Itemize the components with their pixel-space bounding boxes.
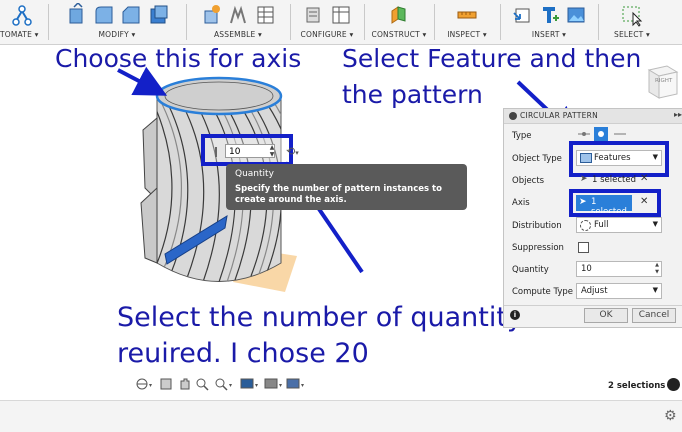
objects-value: 1 selected (592, 175, 636, 185)
annotation-quantity-line2: reuired. I chose 20 (117, 338, 369, 369)
timeline-footer: ⚙ (0, 400, 682, 432)
navigation-bar: ▾ ▾ ▾ ▾ ▾ (133, 375, 311, 393)
dialog-footer-divider (504, 305, 682, 306)
zoom-icon (196, 378, 206, 388)
object-type-label: Object Type (512, 154, 562, 164)
dialog-title: CIRCULAR PATTERN (520, 111, 599, 120)
svg-text:▾: ▾ (149, 382, 152, 389)
view-cube-face-label: RIGHT (655, 78, 673, 84)
svg-text:▾: ▾ (279, 382, 282, 389)
quantity-field[interactable]: 10 ▲ ▼ (576, 261, 662, 277)
suppression-checkbox[interactable] (578, 242, 589, 253)
objects-selection[interactable]: ➤ 1 selected (578, 174, 638, 188)
display-settings-icon (240, 378, 254, 389)
grid-snaps-icon (264, 378, 278, 389)
viewports-icon (286, 378, 300, 389)
svg-text:▾: ▾ (255, 382, 258, 389)
compute-type-label: Compute Type (512, 287, 573, 297)
quantity-stepper[interactable]: ▲ ▼ (655, 262, 659, 276)
circular-pattern-dialog: CIRCULAR PATTERN ▸▸ Type Object Type Fea… (503, 108, 682, 328)
annotation-feature-line1: Select Feature and then (342, 44, 642, 73)
info-icon[interactable]: i (510, 310, 520, 320)
collapse-icon[interactable] (509, 112, 517, 120)
look-at-icon (160, 378, 172, 390)
quantity-tooltip: Quantity Specify the number of pattern i… (226, 164, 467, 210)
tooltip-title: Quantity (235, 169, 274, 179)
selection-filter-icon[interactable] (667, 378, 680, 391)
expand-icon[interactable]: ▸▸ (674, 110, 682, 119)
fit-icon (215, 378, 225, 388)
gear-icon[interactable]: ⚙ (664, 408, 677, 424)
quantity-inline-stepper[interactable]: ▲ ▼ (268, 144, 276, 158)
compute-type-value: Adjust (581, 286, 608, 296)
type-options[interactable] (576, 127, 628, 141)
ok-button[interactable]: OK (584, 308, 628, 323)
quantity-label: Quantity (512, 265, 549, 275)
cancel-button[interactable]: Cancel (632, 308, 676, 323)
quantity-value: 10 (581, 264, 592, 274)
axis-highlight (569, 189, 661, 217)
dialog-header: CIRCULAR PATTERN ▸▸ (504, 109, 682, 124)
rotate-handle-icon[interactable]: ⟲▾ (286, 145, 299, 158)
suppression-label: Suppression (512, 243, 564, 253)
svg-text:▾: ▾ (301, 382, 304, 389)
cursor-icon: ➤ (580, 174, 588, 184)
orbit-icon (136, 378, 148, 390)
object-type-highlight (569, 141, 669, 177)
inline-drag-handle[interactable] (212, 144, 220, 158)
view-cube[interactable]: RIGHT (643, 62, 679, 102)
distribution-icon (580, 220, 591, 231)
axis-label: Axis (512, 198, 530, 208)
chevron-down-icon: ▼ (652, 286, 658, 294)
distribution-select[interactable]: Full ▼ (576, 217, 662, 233)
distribution-value: Full (594, 220, 609, 230)
pan-icon (180, 378, 190, 390)
selection-count: 2 selections (608, 381, 666, 391)
svg-text:▾: ▾ (229, 382, 232, 389)
objects-clear-icon[interactable]: ✕ (640, 173, 648, 184)
distribution-label: Distribution (512, 221, 562, 231)
compute-type-select[interactable]: Adjust ▼ (576, 283, 662, 299)
annotation-axis: Choose this for axis (55, 44, 302, 73)
objects-label: Objects (512, 176, 545, 186)
tooltip-body: Specify the number of pattern instances … (235, 184, 442, 205)
annotation-quantity-line1: Select the number of quantity (117, 302, 523, 333)
chevron-down-icon: ▼ (652, 220, 658, 228)
type-label: Type (512, 131, 532, 141)
annotation-feature-line2: the pattern (342, 80, 483, 109)
